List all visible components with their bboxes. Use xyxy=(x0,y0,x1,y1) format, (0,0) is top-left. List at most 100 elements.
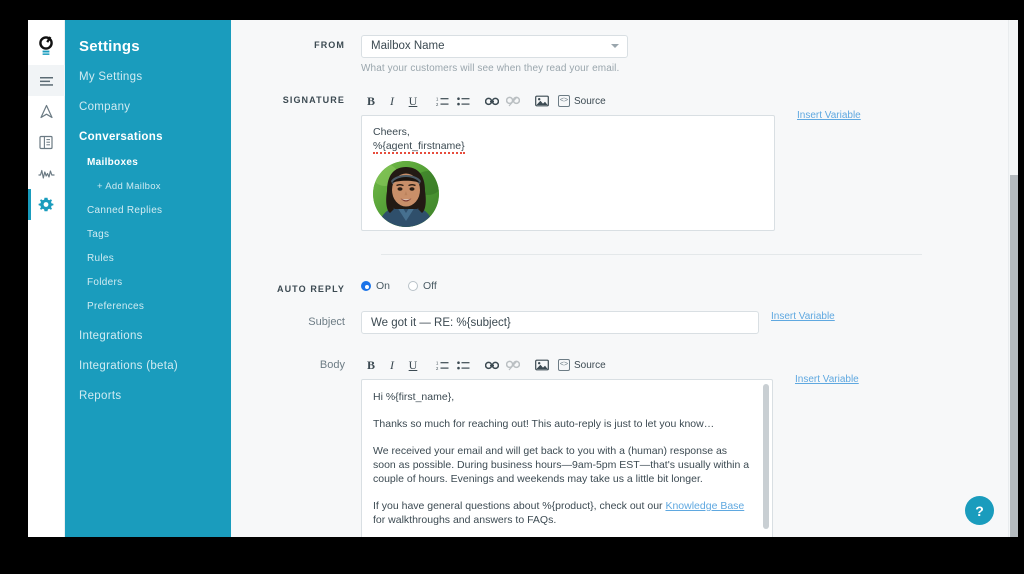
signature-editor-wrap: Cheers, %{agent_firstname} Insert Variab… xyxy=(361,110,1008,231)
chevron-down-icon[interactable] xyxy=(611,44,619,48)
link-icon[interactable] xyxy=(482,92,502,110)
sidebar-item-mailboxes[interactable]: Mailboxes xyxy=(65,157,231,168)
auto-reply-off-label: Off xyxy=(423,280,437,292)
settings-sidebar: Settings My Settings Company Conversatio… xyxy=(65,20,231,537)
signature-line-2: %{agent_firstname} xyxy=(373,140,465,154)
sidebar-item-canned-replies[interactable]: Canned Replies xyxy=(65,205,231,216)
pulse-activity-icon[interactable] xyxy=(28,158,65,189)
unlink-icon xyxy=(503,92,523,110)
source-button[interactable]: <> Source xyxy=(558,95,606,107)
bold-button[interactable]: B xyxy=(361,92,381,110)
image-icon[interactable] xyxy=(532,92,552,110)
source-code-icon: <> xyxy=(558,359,570,371)
ordered-list-icon[interactable]: 1 2 xyxy=(432,92,452,110)
underline-button[interactable]: U xyxy=(403,92,423,110)
from-label: From xyxy=(314,40,345,50)
italic-button[interactable]: I xyxy=(382,356,402,374)
italic-button[interactable]: I xyxy=(382,92,402,110)
radio-dot-on-icon xyxy=(361,281,371,291)
groove-logo-icon[interactable] xyxy=(28,28,65,62)
signature-field: B I U 1 2 <> Source Cheers, %{agent_firs… xyxy=(361,90,1008,231)
from-select-wrap: Mailbox Name xyxy=(361,35,628,58)
sidebar-item-integrations-beta[interactable]: Integrations (beta) xyxy=(65,360,231,372)
auto-reply-field: On Off xyxy=(361,279,1008,292)
auto-reply-off-radio[interactable]: Off xyxy=(408,280,437,292)
sidebar-item-company[interactable]: Company xyxy=(65,101,231,113)
signature-label: Signature xyxy=(282,95,345,105)
body-paragraph: If you have general questions about %{pr… xyxy=(373,500,745,526)
svg-text:1: 1 xyxy=(436,96,439,101)
auto-reply-label: Auto Reply xyxy=(276,284,345,294)
source-label: Source xyxy=(574,95,606,107)
sidebar-item-tags[interactable]: Tags xyxy=(65,229,231,240)
body-editor-toolbar: B I U 1 2 <> Source xyxy=(361,354,1008,374)
primary-icon-rail xyxy=(28,20,65,537)
body-paragraph: We received your email and will get back… xyxy=(373,445,750,485)
sidebar-item-reports[interactable]: Reports xyxy=(65,390,231,402)
bulleted-list-icon[interactable] xyxy=(453,92,473,110)
sidebar-item-integrations[interactable]: Integrations xyxy=(65,330,231,342)
signature-editor-toolbar: B I U 1 2 <> Source xyxy=(361,90,1008,110)
from-row: From Mailbox Name What your customers wi… xyxy=(231,20,1008,74)
body-paragraph: Thanks so much for reaching out! This au… xyxy=(373,418,715,430)
main-scrollbar-thumb[interactable] xyxy=(1010,175,1018,537)
sidebar-item-rules[interactable]: Rules xyxy=(65,253,231,264)
auto-reply-on-radio[interactable]: On xyxy=(361,280,390,292)
sidebar-item-folders[interactable]: Folders xyxy=(65,277,231,288)
page-title: Settings xyxy=(79,38,140,55)
signature-editor[interactable]: Cheers, %{agent_firstname} xyxy=(361,115,775,231)
bulleted-list-icon[interactable] xyxy=(453,356,473,374)
subject-field: Insert Variable xyxy=(361,311,1008,334)
subject-label: Subject xyxy=(308,316,345,328)
main-scrollbar[interactable] xyxy=(1008,20,1018,537)
signature-line-1: Cheers, xyxy=(373,126,410,138)
link-icon[interactable] xyxy=(482,356,502,374)
ordered-list-icon[interactable]: 1 2 xyxy=(432,356,452,374)
subject-row: Subject Insert Variable xyxy=(231,294,1008,334)
source-button[interactable]: <> Source xyxy=(558,359,606,371)
body-insert-variable-link[interactable]: Insert Variable xyxy=(795,374,859,385)
auto-reply-on-label: On xyxy=(376,280,391,292)
svg-text:2: 2 xyxy=(436,365,439,370)
app-window: Settings My Settings Company Conversatio… xyxy=(28,20,1018,537)
from-helper-text: What your customers will see when they r… xyxy=(361,63,620,74)
source-code-icon: <> xyxy=(558,95,570,107)
settings-content-area: From Mailbox Name What your customers wi… xyxy=(231,20,1018,537)
body-label: Body xyxy=(319,359,345,371)
sidebar-item-preferences[interactable]: Preferences xyxy=(65,301,231,312)
underline-button[interactable]: U xyxy=(403,356,423,374)
sidebar-item-add-mailbox[interactable]: + Add Mailbox xyxy=(65,181,231,192)
sidebar-item-my-settings[interactable]: My Settings xyxy=(65,71,231,83)
svg-text:1: 1 xyxy=(436,360,439,365)
body-editor-wrap: Hi %{first_name}, Thanks so much for rea… xyxy=(361,374,1008,537)
from-select[interactable]: Mailbox Name xyxy=(361,35,628,58)
from-field: Mailbox Name What your customers will se… xyxy=(361,35,1008,74)
subject-input[interactable] xyxy=(361,311,759,334)
auto-reply-row: Auto Reply On Off xyxy=(231,255,1008,294)
bold-button[interactable]: B xyxy=(361,356,381,374)
sidebar-group-conversations: Conversations Mailboxes + Add Mailbox Ca… xyxy=(65,131,231,312)
signature-row: Signature B I U 1 2 xyxy=(231,74,1008,231)
auto-reply-radio-group: On Off xyxy=(361,279,1008,292)
body-row: Body B I U 1 2 <> Source Hi %{first_name… xyxy=(231,334,1008,537)
list-lines-icon[interactable] xyxy=(28,65,65,96)
source-label: Source xyxy=(574,359,606,371)
body-field: B I U 1 2 <> Source Hi %{first_name}, Th… xyxy=(361,354,1008,537)
knowledge-base-link[interactable]: Knowledge Base xyxy=(665,500,744,512)
help-button[interactable]: ? xyxy=(965,496,994,525)
body-paragraph: Hi %{first_name}, xyxy=(373,391,455,403)
svg-text:2: 2 xyxy=(436,101,439,106)
image-icon[interactable] xyxy=(532,356,552,374)
compass-arrow-icon[interactable] xyxy=(28,96,65,127)
body-editor[interactable]: Hi %{first_name}, Thanks so much for rea… xyxy=(361,379,773,537)
book-icon[interactable] xyxy=(28,127,65,158)
subject-insert-variable-link[interactable]: Insert Variable xyxy=(771,311,835,322)
settings-form: From Mailbox Name What your customers wi… xyxy=(231,20,1008,537)
sidebar-item-conversations[interactable]: Conversations xyxy=(65,131,231,143)
gear-icon[interactable] xyxy=(28,189,65,220)
radio-dot-off-icon xyxy=(408,281,419,291)
body-editor-scrollbar[interactable] xyxy=(763,384,769,537)
body-editor-scrollbar-thumb[interactable] xyxy=(763,384,769,529)
signature-insert-variable-link[interactable]: Insert Variable xyxy=(797,110,861,121)
avatar xyxy=(373,161,439,227)
